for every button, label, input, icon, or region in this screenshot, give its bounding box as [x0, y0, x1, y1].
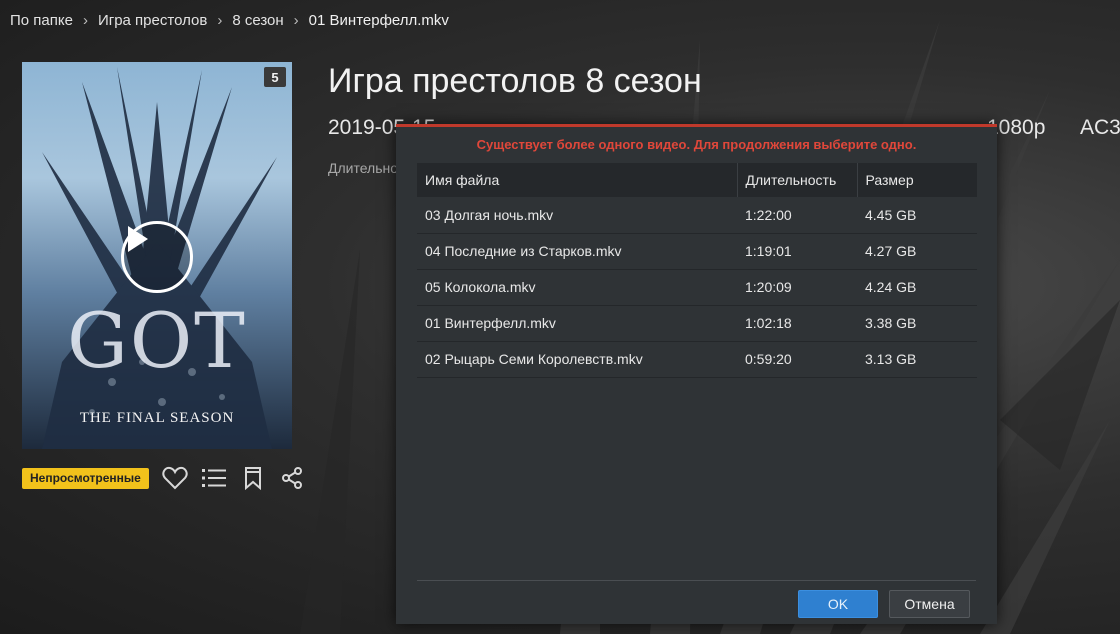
breadcrumb: По папке › Игра престолов › 8 сезон › 01… [10, 9, 449, 31]
size-cell: 4.45 GB [857, 197, 977, 234]
share-icon[interactable] [279, 465, 305, 491]
action-row: Непросмотренные [22, 465, 305, 491]
heart-icon[interactable] [162, 465, 188, 491]
audio-label: AC3 [1080, 116, 1120, 139]
page-title: Игра престолов 8 сезон [328, 62, 702, 100]
unwatched-tag[interactable]: Непросмотренные [22, 467, 149, 489]
table-row[interactable]: 02 Рыцарь Семи Королевств.mkv 0:59:20 3.… [417, 341, 977, 378]
episode-count-badge: 5 [264, 67, 286, 87]
duration-cell: 1:20:09 [737, 269, 857, 306]
column-header-size[interactable]: Размер [857, 163, 977, 197]
chevron-right-icon: › [217, 11, 223, 29]
play-icon [128, 226, 148, 252]
table-row[interactable]: 05 Колокола.mkv 1:20:09 4.24 GB [417, 269, 977, 306]
chevron-right-icon: › [82, 11, 88, 29]
size-cell: 4.24 GB [857, 269, 977, 306]
file-name-cell: 03 Долгая ночь.mkv [417, 197, 737, 234]
play-button[interactable] [121, 221, 193, 293]
file-name-cell: 02 Рыцарь Семи Королевств.mkv [417, 341, 737, 378]
breadcrumb-item-season[interactable]: 8 сезон [232, 12, 283, 29]
list-icon[interactable] [201, 465, 227, 491]
column-header-duration[interactable]: Длительность [737, 163, 858, 197]
file-name-cell: 04 Последние из Старков.mkv [417, 233, 737, 270]
breadcrumb-item-series[interactable]: Игра престолов [98, 12, 207, 29]
chevron-right-icon: › [293, 11, 299, 29]
table-row[interactable]: 01 Винтерфелл.mkv 1:02:18 3.38 GB [417, 305, 977, 342]
size-cell: 3.13 GB [857, 341, 977, 378]
duration-label: Длительно [328, 160, 399, 176]
duration-cell: 1:02:18 [737, 305, 857, 342]
table-row[interactable]: 03 Долгая ночь.mkv 1:22:00 4.45 GB [417, 197, 977, 234]
file-table: Имя файла Длительность Размер 03 Долгая … [417, 163, 977, 378]
select-video-dialog: Существует более одного видео. Для продо… [396, 124, 997, 624]
breadcrumb-item-file: 01 Винтерфелл.mkv [308, 11, 449, 29]
poster-tagline: THE FINAL SEASON [79, 410, 235, 426]
bookmark-icon[interactable] [240, 465, 266, 491]
size-cell: 3.38 GB [857, 305, 977, 342]
column-header-name[interactable]: Имя файла [417, 163, 738, 197]
size-cell: 4.27 GB [857, 233, 977, 270]
ok-button[interactable]: OK [798, 590, 878, 618]
dialog-divider [417, 580, 976, 581]
file-name-cell: 05 Колокола.mkv [417, 269, 737, 306]
breadcrumb-item-root[interactable]: По папке [10, 12, 73, 29]
duration-cell: 1:22:00 [737, 197, 857, 234]
table-row[interactable]: 04 Последние из Старков.mkv 1:19:01 4.27… [417, 233, 977, 270]
table-header: Имя файла Длительность Размер [417, 163, 977, 197]
poster-logo: GOT [67, 296, 247, 385]
cancel-button[interactable]: Отмена [889, 590, 970, 618]
duration-cell: 1:19:01 [737, 233, 857, 270]
file-name-cell: 01 Винтерфелл.mkv [417, 305, 737, 342]
poster-image[interactable]: 5 GOT THE FINAL SEASON [22, 62, 292, 449]
dialog-warning: Существует более одного видео. Для продо… [476, 137, 917, 152]
duration-cell: 0:59:20 [737, 341, 857, 378]
